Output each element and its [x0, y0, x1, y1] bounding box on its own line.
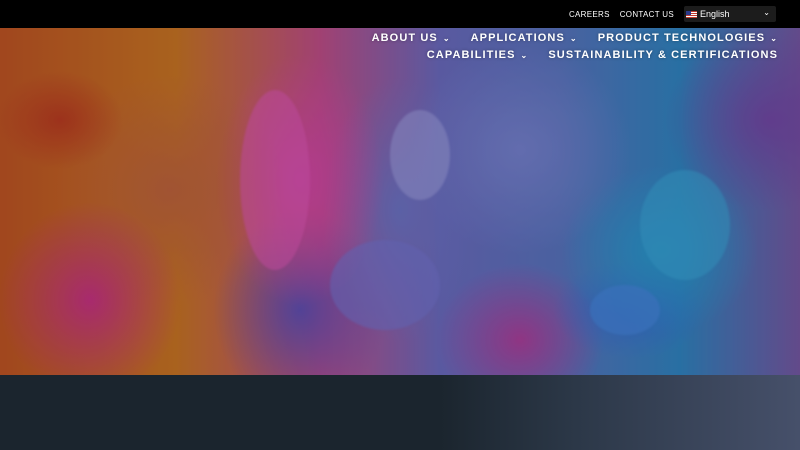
contact-us-link[interactable]: CONTACT US — [620, 10, 674, 19]
chevron-down-icon: ⌄ — [770, 33, 778, 43]
nav-item-sustainability-certifications[interactable]: SUSTAINABILITY & CERTIFICATIONS — [548, 49, 778, 61]
nav-item-applications[interactable]: APPLICATIONS ⌄ — [471, 32, 578, 44]
nav-item-label: SUSTAINABILITY & CERTIFICATIONS — [548, 49, 778, 61]
language-selector[interactable]: English ⌄ — [684, 6, 776, 22]
nav-item-about-us[interactable]: ABOUT US ⌄ — [372, 32, 451, 44]
chevron-down-icon: ⌄ — [520, 50, 529, 60]
main-nav: ABOUT US ⌄ APPLICATIONS ⌄ PRODUCT TECHNO… — [278, 32, 778, 61]
nav-item-product-technologies[interactable]: PRODUCT TECHNOLOGIES ⌄ — [598, 32, 778, 44]
chevron-down-icon: ⌄ — [569, 33, 578, 43]
nav-item-label: APPLICATIONS — [470, 32, 565, 44]
us-flag-icon — [686, 10, 697, 18]
careers-link[interactable]: CAREERS — [569, 10, 610, 19]
nav-item-label: ABOUT US — [371, 32, 438, 44]
nav-item-label: PRODUCT TECHNOLOGIES — [597, 32, 766, 44]
chevron-down-icon: ⌄ — [763, 8, 770, 17]
nav-item-capabilities[interactable]: CAPABILITIES ⌄ — [427, 49, 529, 61]
content-band — [0, 375, 800, 450]
language-label: English — [700, 9, 730, 19]
nav-item-label: CAPABILITIES — [426, 49, 516, 61]
chevron-down-icon: ⌄ — [442, 33, 451, 43]
utility-bar: CAREERS CONTACT US English ⌄ — [0, 0, 800, 28]
